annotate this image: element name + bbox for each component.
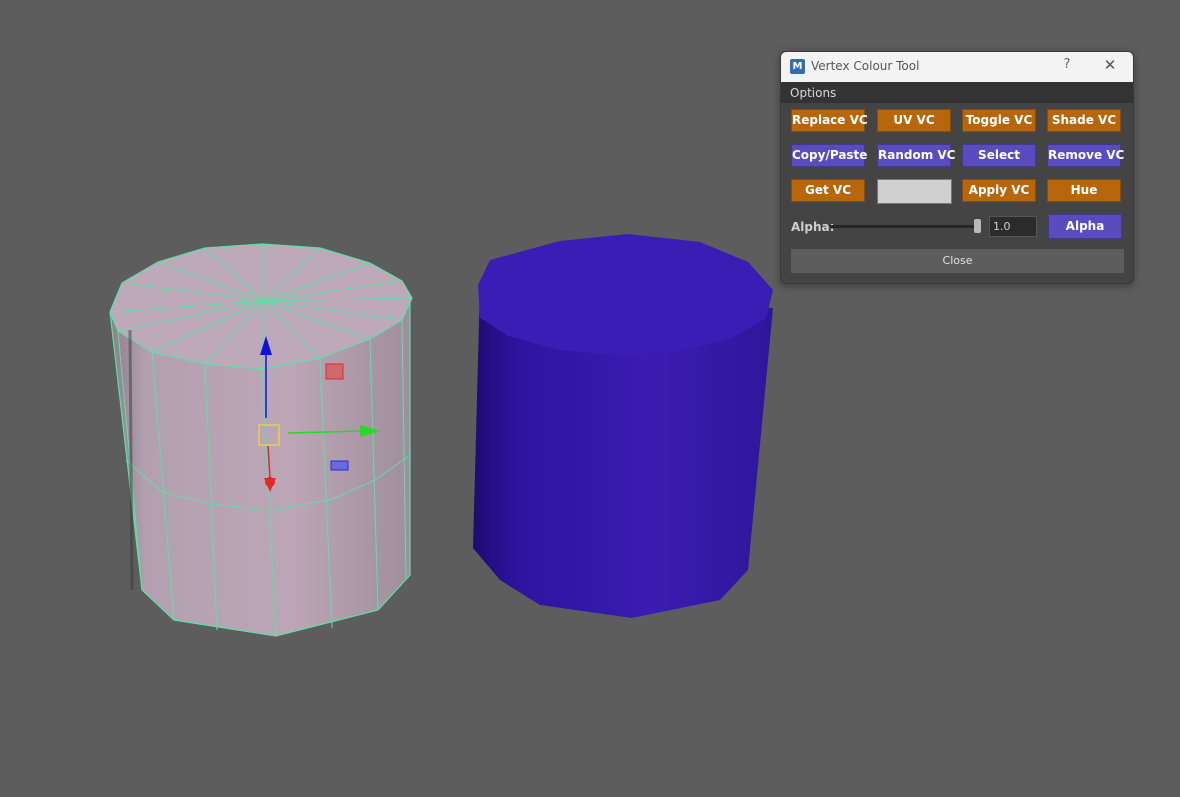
toggle-vc-button[interactable]: Toggle VC: [962, 109, 1036, 132]
apply-vc-button[interactable]: Apply VC: [962, 179, 1036, 202]
hue-button[interactable]: Hue: [1047, 179, 1121, 202]
alpha-slider-handle[interactable]: [974, 219, 981, 233]
vertex-colored-cylinder[interactable]: [473, 234, 773, 618]
menu-bar: Options: [781, 82, 1133, 103]
vertex-colour-tool-window[interactable]: M Vertex Colour Tool ? ✕ Options Replace…: [780, 51, 1134, 284]
menu-options[interactable]: Options: [790, 86, 836, 100]
select-button[interactable]: Select: [962, 144, 1036, 167]
plane-handle-xz-icon[interactable]: [330, 460, 349, 471]
close-window-icon[interactable]: ✕: [1099, 56, 1121, 74]
cylinder-top-blue: [478, 234, 773, 356]
alpha-button[interactable]: Alpha: [1048, 214, 1122, 239]
title-bar[interactable]: M Vertex Colour Tool ? ✕: [781, 52, 1133, 82]
window-title: Vertex Colour Tool: [811, 59, 920, 73]
random-vc-button[interactable]: Random VC: [877, 144, 956, 167]
get-vc-button[interactable]: Get VC: [791, 179, 865, 202]
selected-cylinder[interactable]: [109, 243, 413, 637]
replace-vc-button[interactable]: Replace VC: [791, 109, 868, 132]
plane-handle-xy-icon[interactable]: [325, 363, 344, 380]
alpha-slider-track[interactable]: [830, 225, 979, 228]
shade-vc-button[interactable]: Shade VC: [1047, 109, 1121, 132]
close-button[interactable]: Close: [791, 249, 1124, 273]
copy-paste-button[interactable]: Copy/Paste: [791, 144, 867, 167]
remove-vc-button[interactable]: Remove VC: [1047, 144, 1124, 167]
colour-swatch[interactable]: [877, 179, 952, 204]
alpha-label: Alpha:: [791, 220, 835, 234]
alpha-value-field[interactable]: 1.0: [989, 216, 1037, 237]
maya-app-icon: M: [790, 59, 805, 74]
help-button[interactable]: ?: [1059, 57, 1075, 72]
uv-vc-button[interactable]: UV VC: [877, 109, 951, 132]
